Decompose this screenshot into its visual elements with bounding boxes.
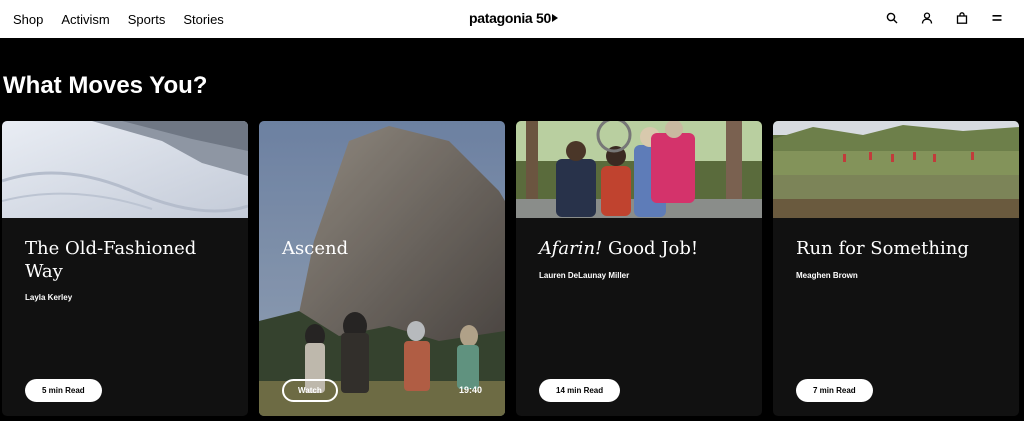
card-title-emphasis: Afarin! [539,238,603,259]
read-time-button[interactable]: 7 min Read [796,379,873,402]
watch-button[interactable]: Watch [282,379,338,402]
header-icons [885,11,1004,25]
story-card-ascend[interactable]: Ascend Watch 19:40 [259,121,505,416]
card-author: Lauren DeLaunay Miller [539,271,630,280]
snow-slope-image [2,121,248,218]
card-title-rest: Good Job! [602,238,699,259]
card-title[interactable]: The Old-Fashioned Way [25,237,225,283]
story-card-afarin-good-job[interactable]: Afarin! Good Job! Lauren DeLaunay Miller… [516,121,762,416]
top-navigation-bar: Shop Activism Sports Stories patagonia 5… [0,0,1024,38]
story-card-run-for-something[interactable]: Run for Something Meaghen Brown 7 min Re… [773,121,1019,416]
nav-sports[interactable]: Sports [128,12,166,27]
read-time-button[interactable]: 5 min Read [25,379,102,402]
nav-shop[interactable]: Shop [13,12,43,27]
read-time-button[interactable]: 14 min Read [539,379,621,402]
primary-nav: Shop Activism Sports Stories [13,12,224,27]
group-seated-forest-image [516,121,762,218]
card-title[interactable]: Ascend [282,237,482,260]
nav-stories[interactable]: Stories [183,12,223,27]
card-title[interactable]: Afarin! Good Job! [539,237,739,260]
card-author: Layla Kerley [25,293,73,302]
card-title[interactable]: Run for Something [796,237,996,260]
el-capitan-image [259,121,505,416]
logo-text: patagonia 50 [469,10,551,26]
nav-activism[interactable]: Activism [61,12,109,27]
video-duration: 19:40 [458,385,482,395]
card-author: Meaghen Brown [796,271,858,280]
patagonia-logo[interactable]: patagonia 50 [469,10,558,26]
runners-meadow-image [773,121,1019,218]
menu-icon[interactable] [990,11,1004,25]
search-icon[interactable] [885,11,899,25]
bag-icon[interactable] [955,11,969,25]
story-card-old-fashioned-way[interactable]: The Old-Fashioned Way Layla Kerley 5 min… [2,121,248,416]
logo-triangle-icon [551,14,558,22]
section-title: What Moves You? [3,72,208,99]
account-icon[interactable] [920,11,934,25]
